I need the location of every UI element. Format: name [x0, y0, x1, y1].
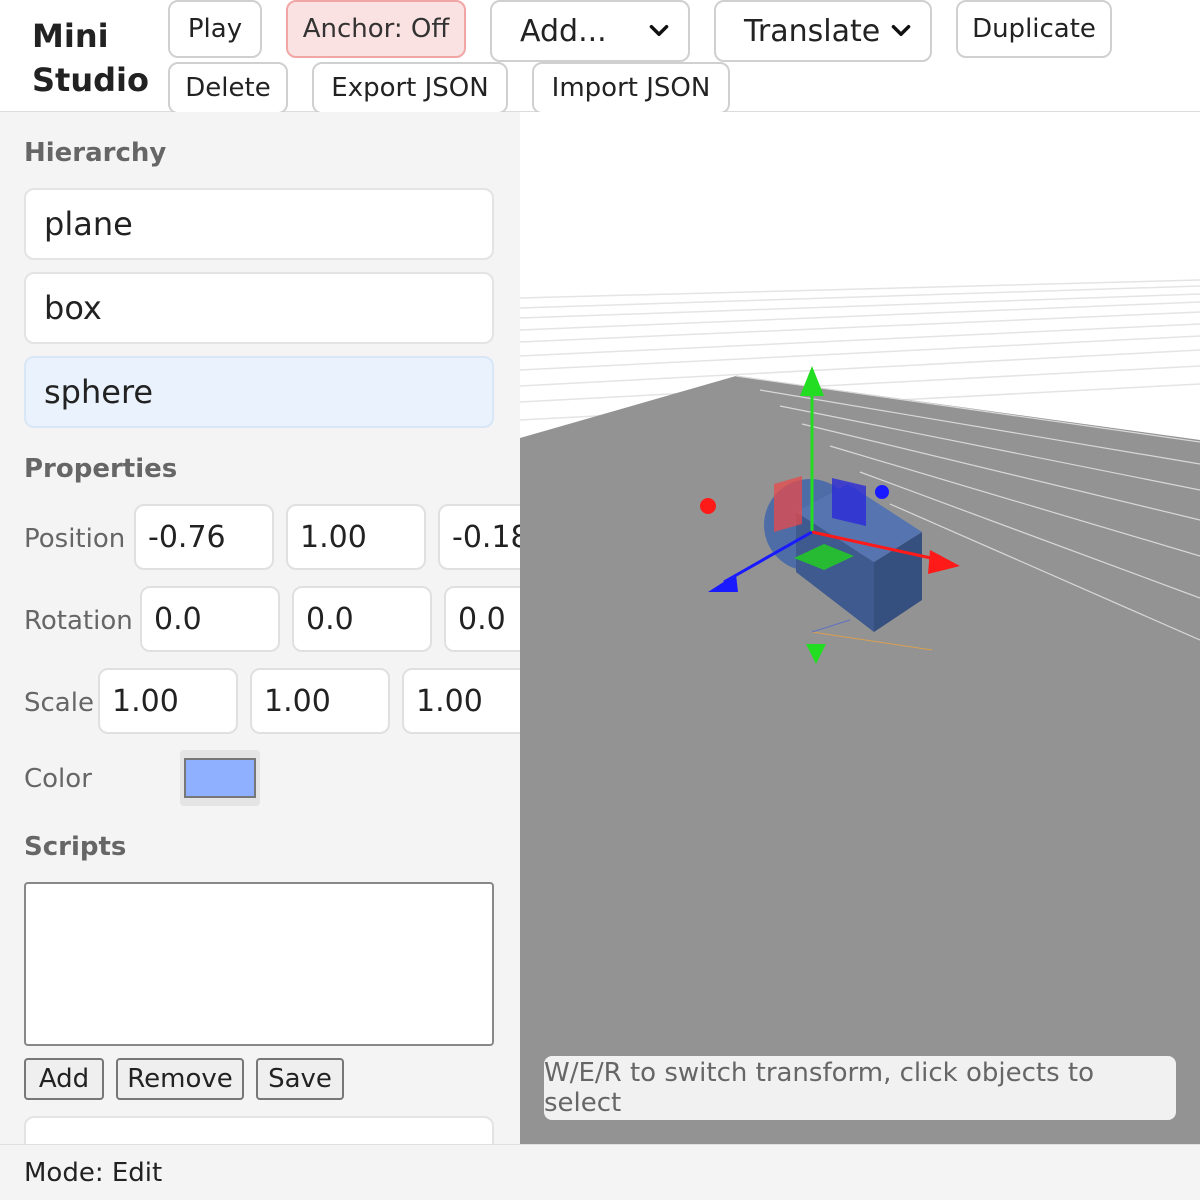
add-object-select-value: Add... — [520, 13, 607, 49]
scale-y-input[interactable] — [250, 668, 390, 734]
app-title: Mini Studio — [32, 17, 149, 99]
position-label: Position — [24, 524, 126, 554]
delete-button[interactable]: Delete — [168, 62, 288, 114]
hierarchy-item-sphere[interactable]: sphere — [24, 356, 494, 428]
viewport-hint: W/E/R to switch transform, click objects… — [544, 1056, 1176, 1120]
save-script-button[interactable]: Save — [256, 1058, 344, 1100]
transform-mode-select[interactable]: Translate — [714, 0, 932, 62]
rotation-y-input[interactable] — [292, 586, 432, 652]
hierarchy-heading: Hierarchy — [24, 138, 167, 168]
scripts-heading: Scripts — [24, 832, 127, 862]
scale-x-input[interactable] — [98, 668, 238, 734]
scene-viewport[interactable]: W/E/R to switch transform, click objects… — [520, 112, 1200, 1144]
position-y-input[interactable] — [286, 504, 426, 570]
rotation-x-input[interactable] — [140, 586, 280, 652]
position-z-input[interactable] — [438, 504, 520, 570]
export-json-button[interactable]: Export JSON — [312, 62, 508, 114]
add-script-button[interactable]: Add — [24, 1058, 104, 1100]
script-list-item[interactable] — [24, 1116, 494, 1144]
toolbar: Mini Studio Play Anchor: Off Add... Tran… — [0, 0, 1200, 114]
gizmo-xy-plane-handle[interactable] — [774, 476, 802, 532]
play-button[interactable]: Play — [168, 0, 262, 58]
transform-mode-select-value: Translate — [744, 13, 881, 49]
color-label: Color — [24, 764, 92, 794]
rotation-z-input[interactable] — [444, 586, 520, 652]
status-bar: Mode: Edit — [0, 1144, 1200, 1200]
add-object-select[interactable]: Add... — [490, 0, 690, 62]
gizmo-blue-handle[interactable] — [875, 485, 889, 499]
properties-heading: Properties — [24, 454, 178, 484]
import-json-button[interactable]: Import JSON — [532, 62, 730, 114]
script-editor[interactable] — [24, 882, 494, 1046]
scene-canvas[interactable] — [520, 112, 1200, 1144]
remove-script-button[interactable]: Remove — [116, 1058, 244, 1100]
rotation-label: Rotation — [24, 606, 133, 636]
gizmo-red-handle[interactable] — [700, 498, 716, 514]
mode-status: Mode: Edit — [24, 1157, 163, 1188]
gizmo-yz-plane-handle[interactable] — [832, 478, 866, 526]
duplicate-button[interactable]: Duplicate — [956, 0, 1112, 58]
anchor-toggle-button[interactable]: Anchor: Off — [286, 0, 466, 58]
hierarchy-item-plane[interactable]: plane — [24, 188, 494, 260]
inspector-panel: Hierarchy plane box sphere Properties Po… — [0, 112, 520, 1144]
chevron-down-icon — [649, 24, 669, 36]
chevron-down-icon — [891, 24, 911, 36]
color-swatch — [184, 758, 256, 798]
scale-label: Scale — [24, 688, 94, 718]
color-picker[interactable] — [180, 750, 260, 806]
scale-z-input[interactable] — [402, 668, 520, 734]
position-x-input[interactable] — [134, 504, 274, 570]
hierarchy-item-box[interactable]: box — [24, 272, 494, 344]
